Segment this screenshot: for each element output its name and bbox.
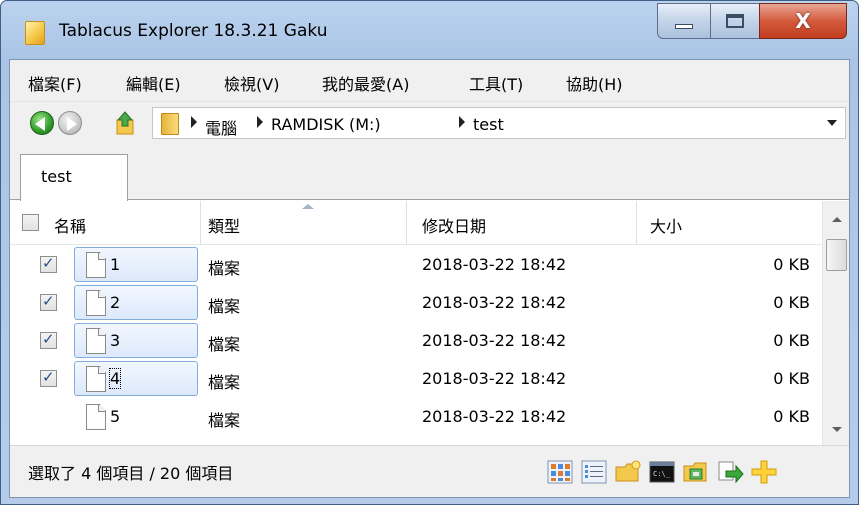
new-folder-icon[interactable] <box>614 459 642 485</box>
file-size: 0 KB <box>773 331 810 350</box>
maximize-button[interactable] <box>710 3 760 39</box>
file-name[interactable]: 2 <box>110 293 120 312</box>
file-modified: 2018-03-22 18:42 <box>422 407 567 426</box>
menu-bar: 檔案(F) 編輯(E) 檢視(V) 我的最愛(A) 工具(T) 協助(H) <box>10 60 849 102</box>
folder-icon <box>161 113 179 135</box>
row-checkbox[interactable] <box>40 254 57 273</box>
folder-app-icon <box>25 21 45 45</box>
file-list: 名稱 類型 修改日期 大小 1 檔案 2018-03-22 18:42 0 KB <box>10 201 849 445</box>
file-row[interactable]: 5 檔案 2018-03-22 18:42 0 KB <box>10 398 822 436</box>
select-all-checkbox[interactable] <box>22 214 39 231</box>
details-view-icon[interactable] <box>580 459 608 485</box>
row-checkbox[interactable] <box>40 368 57 387</box>
large-icons-view-icon[interactable] <box>546 459 574 485</box>
breadcrumb-arrow-icon[interactable] <box>459 116 465 128</box>
window-title: Tablacus Explorer 18.3.21 Gaku <box>59 21 328 41</box>
file-name[interactable]: 4 <box>108 368 122 389</box>
scroll-down-arrow-icon[interactable] <box>832 427 842 432</box>
file-modified: 2018-03-22 18:42 <box>422 293 567 312</box>
breadcrumb-computer[interactable]: 電腦 <box>205 115 237 139</box>
close-icon: X <box>795 9 811 33</box>
forward-arrow-icon[interactable] <box>58 111 82 135</box>
address-toolbar: 電腦 RAMDISK (M:) test <box>10 102 849 144</box>
breadcrumb-arrow-icon[interactable] <box>257 116 263 128</box>
address-dropdown-icon[interactable] <box>827 120 837 126</box>
status-bar: 選取了 4 個項目 / 20 個項目 C:\_ <box>10 445 849 497</box>
minimize-button[interactable] <box>657 3 711 39</box>
file-row[interactable]: 4 檔案 2018-03-22 18:42 0 KB <box>10 360 822 398</box>
file-icon <box>86 328 106 354</box>
file-row[interactable]: 1 檔案 2018-03-22 18:42 0 KB <box>10 246 822 284</box>
maximize-icon <box>726 14 744 28</box>
row-checkbox[interactable] <box>40 292 57 311</box>
file-modified: 2018-03-22 18:42 <box>422 331 567 350</box>
file-icon <box>86 366 106 392</box>
column-modified[interactable]: 修改日期 <box>422 213 486 237</box>
file-type: 檔案 <box>208 259 241 278</box>
menu-tools[interactable]: 工具(T) <box>469 71 523 95</box>
column-header: 名稱 類型 修改日期 大小 <box>10 201 822 245</box>
file-modified: 2018-03-22 18:42 <box>422 255 567 274</box>
tab-label: test <box>41 167 72 186</box>
column-type[interactable]: 類型 <box>208 213 240 237</box>
sort-ascending-icon <box>302 204 314 209</box>
file-icon <box>86 290 106 316</box>
move-to-icon[interactable] <box>716 459 744 485</box>
explorer-window: Tablacus Explorer 18.3.21 Gaku X 檔案(F) 編… <box>0 0 859 505</box>
column-divider[interactable] <box>406 201 407 245</box>
file-row[interactable]: 2 檔案 2018-03-22 18:42 0 KB <box>10 284 822 322</box>
file-size: 0 KB <box>773 407 810 426</box>
minimize-icon <box>675 23 693 29</box>
file-row[interactable]: 3 檔案 2018-03-22 18:42 0 KB <box>10 322 822 360</box>
back-arrow-icon[interactable] <box>30 111 54 135</box>
column-divider[interactable] <box>636 201 637 245</box>
breadcrumb-arrow-icon[interactable] <box>191 116 197 128</box>
menu-help[interactable]: 協助(H) <box>566 71 623 95</box>
menu-file[interactable]: 檔案(F) <box>28 71 82 95</box>
add-icon[interactable] <box>750 459 778 485</box>
file-type: 檔案 <box>208 297 241 316</box>
column-name[interactable]: 名稱 <box>54 213 86 237</box>
file-size: 0 KB <box>773 293 810 312</box>
tab-test[interactable]: test <box>20 154 128 201</box>
file-type: 檔案 <box>208 373 241 392</box>
file-type: 檔案 <box>208 411 241 430</box>
scroll-thumb[interactable] <box>826 239 847 271</box>
file-name[interactable]: 1 <box>110 255 120 274</box>
file-icon <box>86 252 106 278</box>
row-checkbox[interactable] <box>40 330 57 349</box>
svg-text:C:\_: C:\_ <box>653 470 671 478</box>
breadcrumb-folder[interactable]: test <box>473 115 504 134</box>
menu-edit[interactable]: 編輯(E) <box>126 71 181 95</box>
control-panel-icon[interactable] <box>682 459 710 485</box>
file-name[interactable]: 3 <box>110 331 120 350</box>
file-size: 0 KB <box>773 369 810 388</box>
menu-view[interactable]: 檢視(V) <box>224 71 279 95</box>
menu-favorites[interactable]: 我的最愛(A) <box>322 71 409 95</box>
close-button[interactable]: X <box>759 3 847 39</box>
file-modified: 2018-03-22 18:42 <box>422 369 567 388</box>
vertical-scrollbar[interactable] <box>822 201 849 445</box>
selection-status: 選取了 4 個項目 / 20 個項目 <box>28 464 234 483</box>
client-area: 檔案(F) 編輯(E) 檢視(V) 我的最愛(A) 工具(T) 協助(H) 電腦… <box>9 59 850 498</box>
up-folder-icon[interactable] <box>114 110 136 136</box>
tab-strip: test <box>10 144 849 201</box>
file-size: 0 KB <box>773 255 810 274</box>
breadcrumb-drive[interactable]: RAMDISK (M:) <box>271 115 381 134</box>
title-bar[interactable]: Tablacus Explorer 18.3.21 Gaku X <box>1 1 858 59</box>
file-icon <box>86 404 106 430</box>
file-type: 檔案 <box>208 335 241 354</box>
command-prompt-icon[interactable]: C:\_ <box>648 459 676 485</box>
file-name[interactable]: 5 <box>110 407 120 426</box>
address-bar[interactable]: 電腦 RAMDISK (M:) test <box>152 107 846 139</box>
column-divider[interactable] <box>200 201 201 245</box>
column-size[interactable]: 大小 <box>650 213 682 237</box>
scroll-up-arrow-icon[interactable] <box>832 217 842 222</box>
